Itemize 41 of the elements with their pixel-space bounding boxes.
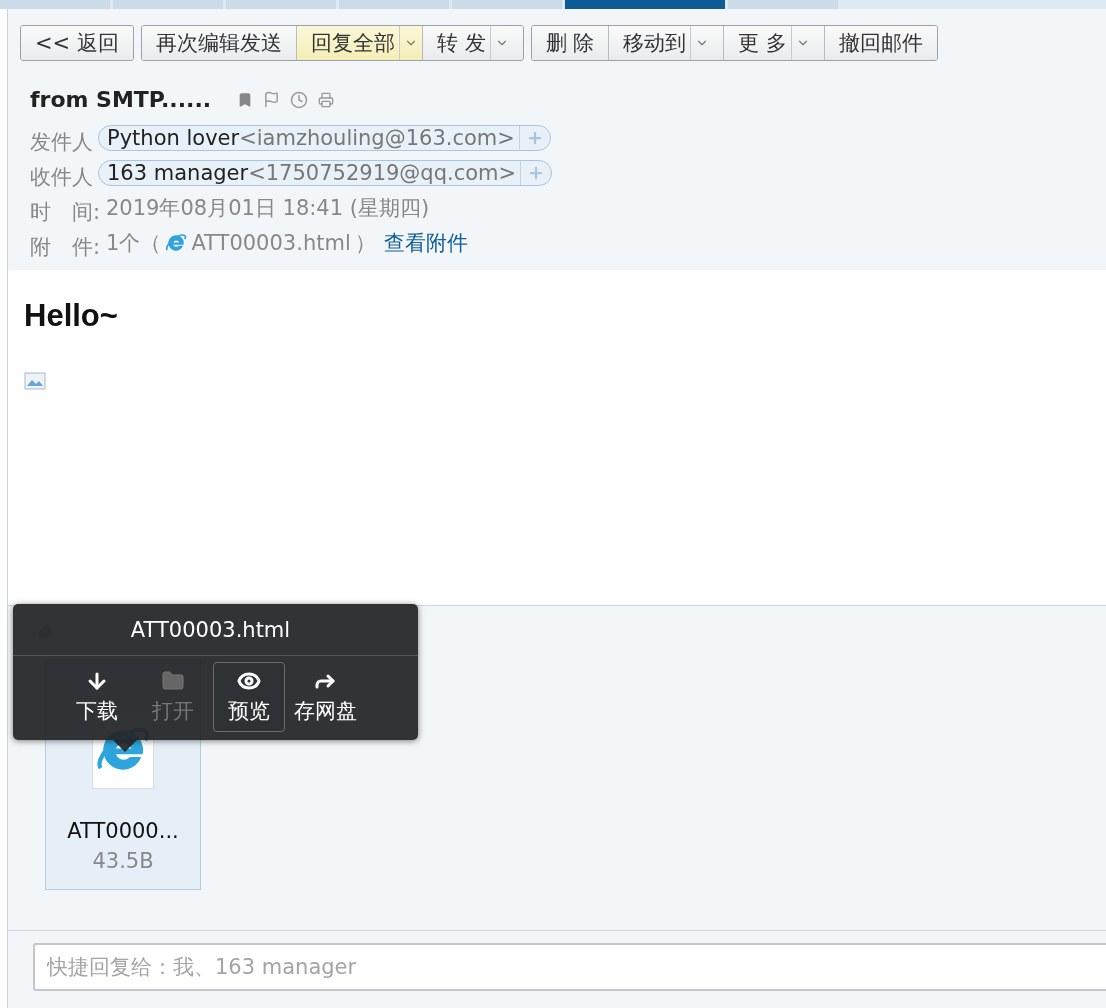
preview-button[interactable]: 预览 — [213, 662, 285, 732]
attachment-count: 1个（ — [106, 229, 162, 257]
contact-chip[interactable]: 163 manager<1750752919@qq.com> — [98, 159, 553, 186]
contact-chip[interactable]: Python lover<iamzhouling@163.com> — [98, 124, 551, 151]
save-button[interactable]: 存网盘 — [289, 662, 361, 732]
bracket-text: ） — [354, 229, 376, 257]
file-size: 43.5B — [92, 849, 154, 873]
field-label: 附 件: — [30, 233, 102, 261]
toolbar-button[interactable]: 更 多 — [724, 26, 825, 60]
toolbar-button[interactable]: 撤回邮件 — [824, 26, 937, 60]
field-label: 发件人 — [30, 128, 94, 156]
quick-reply-field[interactable]: 快捷回复给：我、163 manager — [33, 943, 1106, 991]
field-label: 时 间: — [30, 198, 102, 226]
top-tab[interactable] — [113, 0, 223, 9]
top-tab[interactable] — [452, 0, 562, 9]
popup-title: ATT00003.html — [13, 604, 418, 656]
toolbar-button[interactable]: 回复全部 — [296, 26, 423, 60]
top-tab[interactable] — [339, 0, 449, 9]
download-button[interactable]: 下载 — [61, 662, 133, 732]
printer-icon[interactable] — [318, 91, 335, 108]
toolbar-button[interactable]: 转 发 — [422, 26, 523, 60]
toolbar-button[interactable]: 移动到 — [609, 26, 725, 60]
top-tab[interactable] — [0, 0, 110, 9]
top-tab[interactable] — [226, 0, 336, 9]
body-heading: Hello~ — [24, 298, 119, 334]
toolbar-button[interactable]: << 返回 — [21, 26, 133, 60]
clock-icon[interactable] — [290, 90, 309, 109]
browser-file-icon — [165, 231, 188, 254]
flag-icon[interactable] — [263, 91, 281, 108]
attachment-name: ATT00003.html — [191, 230, 351, 255]
folder-icon — [161, 669, 185, 693]
field-label: 收件人 — [30, 163, 94, 191]
top-tab[interactable] — [728, 0, 838, 9]
sent-time: 2019年08月01日 18:41 (星期四) — [106, 194, 430, 222]
toolbar-button[interactable]: 再次编辑发送 — [141, 26, 297, 60]
view-attachments-link[interactable]: 查看附件 — [383, 228, 468, 257]
mail-subject: from SMTP...... — [30, 87, 212, 112]
file-name: ATT0000... — [67, 819, 179, 843]
broken-image-icon — [24, 372, 46, 390]
toolbar-button[interactable]: 删 除 — [531, 26, 610, 60]
top-tab[interactable] — [565, 0, 725, 9]
